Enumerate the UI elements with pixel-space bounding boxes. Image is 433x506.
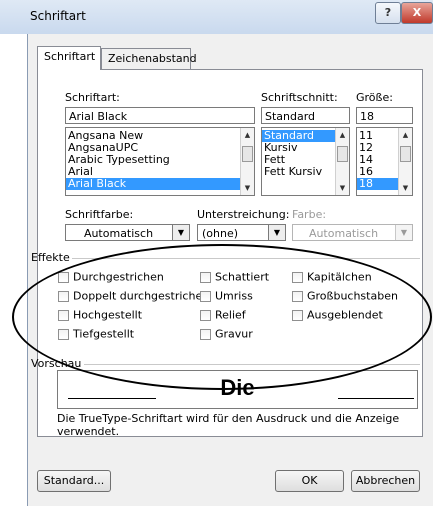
- underline-label: Unterstreichung:: [197, 208, 290, 221]
- ok-button[interactable]: OK: [275, 470, 344, 492]
- checkbox-tiefgestellt[interactable]: Tiefgestellt: [58, 327, 134, 341]
- checkbox-icon[interactable]: [292, 271, 303, 283]
- style-list-scrollbar[interactable]: ▲ ▼: [335, 128, 349, 195]
- checkbox-durchgestrichen[interactable]: Durchgestrichen: [58, 270, 164, 284]
- effects-divider: [72, 258, 420, 259]
- default-button[interactable]: Standard...: [37, 470, 111, 492]
- scroll-down-icon[interactable]: ▼: [399, 181, 412, 195]
- preview-divider: [84, 364, 420, 365]
- size-input[interactable]: 18: [356, 107, 413, 124]
- list-item[interactable]: Arabic Typesetting: [66, 154, 254, 166]
- style-input[interactable]: Standard: [261, 107, 350, 124]
- checkbox-icon[interactable]: [292, 290, 303, 302]
- scroll-up-icon[interactable]: ▲: [336, 128, 349, 142]
- checkbox-kapitaelchen[interactable]: Kapitälchen: [292, 270, 372, 284]
- cancel-button[interactable]: Abbrechen: [351, 470, 420, 492]
- title-bar[interactable]: Schriftart ? X: [0, 0, 433, 34]
- scroll-up-icon[interactable]: ▲: [241, 128, 254, 142]
- font-input[interactable]: Arial Black: [65, 107, 255, 124]
- dialog-title: Schriftart: [30, 9, 86, 23]
- checkbox-grossbuchstaben[interactable]: Großbuchstaben: [292, 289, 398, 303]
- scroll-thumb[interactable]: [400, 146, 411, 162]
- font-label: Schriftart:: [65, 91, 120, 104]
- close-button[interactable]: X: [401, 2, 433, 24]
- scroll-up-icon[interactable]: ▲: [399, 128, 412, 142]
- checkbox-relief[interactable]: Relief: [200, 308, 246, 322]
- style-label: Schriftschnitt:: [261, 91, 338, 104]
- scroll-down-icon[interactable]: ▼: [336, 181, 349, 195]
- font-list-scrollbar[interactable]: ▲ ▼: [240, 128, 254, 195]
- size-label: Größe:: [356, 91, 393, 104]
- underline-select[interactable]: (ohne) ▼: [197, 224, 286, 241]
- underline-color-select: Automatisch ▼: [292, 224, 413, 241]
- tab-schriftart[interactable]: Schriftart: [37, 46, 101, 70]
- checkbox-icon[interactable]: [58, 290, 69, 302]
- underline-color-value: Automatisch: [308, 227, 379, 240]
- tab-zeichenabstand[interactable]: Zeichenabstand: [101, 48, 197, 70]
- font-list[interactable]: Angsana New AngsanaUPC Arabic Typesettin…: [65, 127, 255, 196]
- checkbox-schattiert[interactable]: Schattiert: [200, 270, 269, 284]
- checkbox-icon[interactable]: [200, 309, 211, 321]
- checkbox-icon[interactable]: [58, 309, 69, 321]
- effects-heading: Effekte: [31, 251, 70, 264]
- checkbox-hochgestellt[interactable]: Hochgestellt: [58, 308, 142, 322]
- checkbox-icon[interactable]: [58, 271, 69, 283]
- checkbox-doppelt-durchgestrichen[interactable]: Doppelt durchgestrichen: [58, 289, 209, 303]
- checkbox-icon[interactable]: [200, 271, 211, 283]
- checkbox-umriss[interactable]: Umriss: [200, 289, 253, 303]
- chevron-down-icon[interactable]: ▼: [268, 225, 285, 240]
- checkbox-icon[interactable]: [292, 309, 303, 321]
- help-button[interactable]: ?: [375, 2, 401, 24]
- dialog-window: Schriftart ? X Schriftart Zeichenabstand…: [0, 0, 433, 506]
- size-list-scrollbar[interactable]: ▲ ▼: [398, 128, 412, 195]
- chevron-down-icon[interactable]: ▼: [172, 225, 189, 240]
- scroll-down-icon[interactable]: ▼: [241, 181, 254, 195]
- preview-box: Die: [57, 370, 418, 409]
- checkbox-icon[interactable]: [200, 328, 211, 340]
- preview-baseline-right: [338, 398, 414, 399]
- size-list[interactable]: 11 12 14 16 18 ▲ ▼: [356, 127, 413, 196]
- underline-value: (ohne): [202, 227, 239, 240]
- scroll-thumb[interactable]: [337, 146, 348, 162]
- scroll-thumb[interactable]: [242, 146, 253, 162]
- font-color-label: Schriftfarbe:: [65, 208, 134, 221]
- font-color-select[interactable]: Automatisch ▼: [65, 224, 190, 241]
- checkbox-ausgeblendet[interactable]: Ausgeblendet: [292, 308, 383, 322]
- font-color-value: Automatisch: [83, 227, 154, 240]
- list-item-selected[interactable]: Arial Black: [66, 178, 254, 190]
- checkbox-icon[interactable]: [58, 328, 69, 340]
- preview-heading: Vorschau: [31, 357, 82, 370]
- chevron-down-icon: ▼: [395, 225, 412, 240]
- underline-color-label: Farbe:: [292, 208, 327, 221]
- checkbox-gravur[interactable]: Gravur: [200, 327, 253, 341]
- checkbox-icon[interactable]: [200, 290, 211, 302]
- preview-note: Die TrueType-Schriftart wird für den Aus…: [57, 412, 400, 438]
- style-list[interactable]: Standard Kursiv Fett Fett Kursiv ▲ ▼: [261, 127, 350, 196]
